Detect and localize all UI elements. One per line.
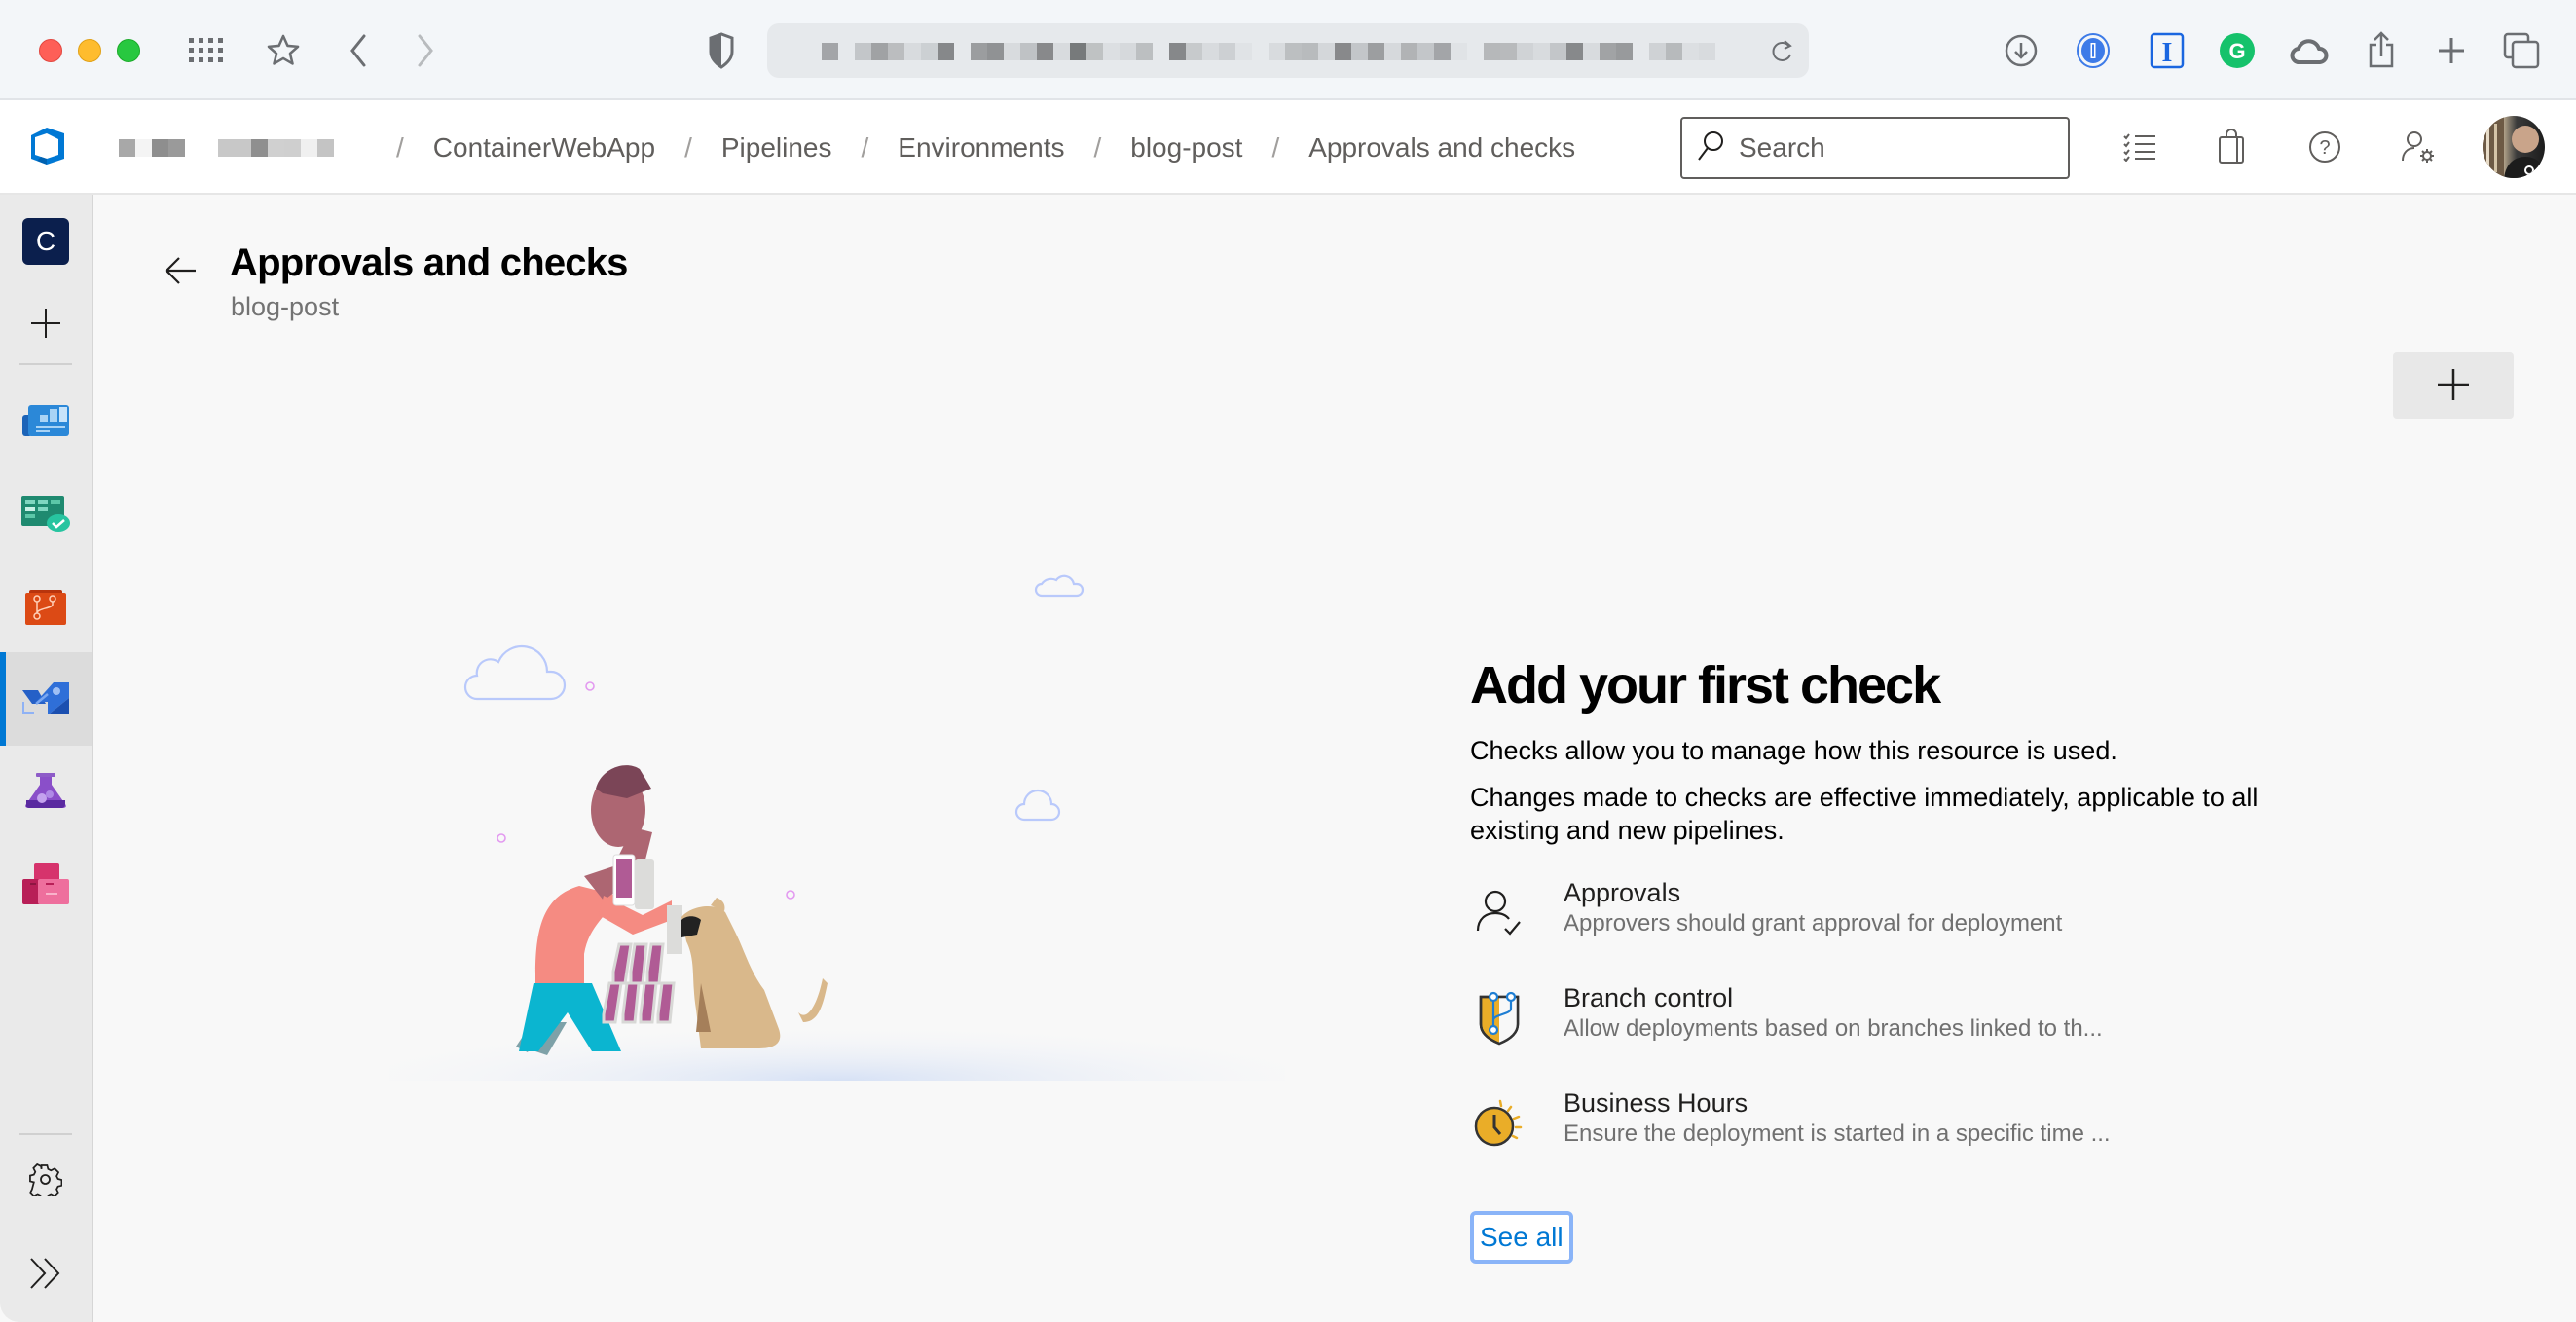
test-plans-icon <box>22 772 69 813</box>
sidebar-item-boards[interactable] <box>0 469 92 563</box>
gear-icon <box>28 1162 63 1201</box>
see-all-link[interactable]: See all <box>1470 1211 1573 1264</box>
check-option-business-hours[interactable]: Business Hours Ensure the deployment is … <box>1470 1086 2307 1192</box>
search-box[interactable] <box>1680 117 2070 179</box>
breadcrumb-separator: / <box>396 131 404 163</box>
onepassword-icon[interactable] <box>2072 29 2115 72</box>
back-icon[interactable] <box>337 29 380 72</box>
breadcrumb-current[interactable]: Approvals and checks <box>1308 132 1575 164</box>
check-description: Approvers should grant approval for depl… <box>1564 910 2063 936</box>
sidebar-item-overview[interactable] <box>0 376 92 469</box>
sidebar-item-repos[interactable] <box>0 563 92 656</box>
check-name: Business Hours <box>1564 1088 1748 1118</box>
grammarly-icon[interactable]: G <box>2216 29 2259 72</box>
download-icon[interactable] <box>2000 29 2042 72</box>
bookmark-star-icon[interactable] <box>262 29 305 72</box>
instapaper-icon[interactable]: I <box>2146 29 2189 72</box>
zero-state-description: Checks allow you to manage how this reso… <box>1470 736 2117 765</box>
maximize-window-button[interactable] <box>117 39 140 62</box>
check-option-branch-control[interactable]: Branch control Allow deployments based o… <box>1470 981 2307 1086</box>
sidebar-grid-icon[interactable] <box>185 29 228 72</box>
check-option-approvals[interactable]: Approvals Approvers should grant approva… <box>1470 876 2307 981</box>
check-description: Allow deployments based on branches link… <box>1564 1015 2103 1042</box>
app-header: / ContainerWebApp / Pipelines / Environm… <box>0 100 2576 195</box>
arrow-left-icon <box>165 256 198 290</box>
avatar[interactable] <box>2483 116 2545 178</box>
breadcrumb-environment[interactable]: blog-post <box>1130 132 1242 164</box>
cloud-decoration <box>463 574 1085 822</box>
breadcrumb-project[interactable]: ContainerWebApp <box>433 132 655 164</box>
project-switcher[interactable]: C <box>0 195 92 288</box>
expand-sidebar-button[interactable] <box>0 1229 92 1322</box>
minimize-window-button[interactable] <box>78 39 101 62</box>
page-subtitle: blog-post <box>231 292 340 321</box>
breadcrumb-pipelines[interactable]: Pipelines <box>721 132 832 164</box>
check-name: Approvals <box>1564 878 1681 907</box>
svg-text:?: ? <box>2319 137 2330 159</box>
blurred-url <box>822 43 1715 60</box>
reload-icon[interactable] <box>1770 37 1795 71</box>
work-items-icon[interactable] <box>2118 126 2161 168</box>
pipelines-icon <box>20 680 69 718</box>
svg-text:G: G <box>2228 39 2245 63</box>
breadcrumb-separator: / <box>1093 131 1102 163</box>
help-icon[interactable]: ? <box>2303 126 2346 168</box>
breadcrumb: / ContainerWebApp / Pipelines / Environm… <box>119 100 1575 195</box>
marketplace-bag-icon[interactable] <box>2210 126 2253 168</box>
back-button[interactable] <box>160 251 202 294</box>
branch-shield-icon <box>1470 989 1528 1047</box>
sidebar-item-artifacts[interactable] <box>0 839 92 933</box>
azure-devops-logo[interactable] <box>23 122 72 170</box>
chevron-double-right-icon <box>29 1257 62 1295</box>
overview-icon <box>22 404 69 441</box>
approver-icon <box>1470 884 1528 942</box>
search-input[interactable] <box>1739 132 2050 164</box>
clock-icon <box>1470 1094 1528 1153</box>
sidebar-divider <box>19 363 72 365</box>
search-icon <box>1696 129 1725 167</box>
zero-state-note: Changes made to checks are effective imm… <box>1470 783 2259 845</box>
privacy-shield-icon[interactable] <box>700 29 743 72</box>
sidebar: C <box>0 195 93 1322</box>
check-name: Branch control <box>1564 983 1734 1012</box>
close-window-button[interactable] <box>39 39 62 62</box>
tab-overview-icon[interactable] <box>2500 29 2543 72</box>
artifacts-icon <box>22 863 69 909</box>
page-title: Approvals and checks <box>230 241 628 284</box>
project-settings-button[interactable] <box>0 1135 92 1229</box>
address-bar[interactable] <box>767 23 1809 78</box>
blurred-organization-name[interactable] <box>119 138 334 157</box>
zero-state-title: Add your first check <box>1470 656 1941 715</box>
sidebar-item-pipelines[interactable] <box>0 652 92 746</box>
plus-icon <box>2437 368 2470 404</box>
empty-state-illustration <box>389 555 1285 1081</box>
check-list: Approvals Approvers should grant approva… <box>1470 876 2307 1192</box>
new-item-button[interactable] <box>0 278 92 372</box>
zero-state-panel: Add your first check Checks allow you to… <box>1470 650 2307 1264</box>
breadcrumb-separator: / <box>861 131 869 163</box>
check-description: Ensure the deployment is started in a sp… <box>1564 1120 2111 1147</box>
breadcrumb-separator: / <box>684 131 692 163</box>
boards-icon <box>21 496 70 536</box>
add-check-button[interactable] <box>2393 352 2514 419</box>
breadcrumb-environments[interactable]: Environments <box>898 132 1064 164</box>
new-tab-icon[interactable] <box>2430 29 2473 72</box>
repos-icon <box>23 589 68 630</box>
project-badge: C <box>22 218 69 265</box>
plus-icon <box>29 307 62 345</box>
user-settings-icon[interactable] <box>2397 126 2440 168</box>
svg-text:I: I <box>2162 38 2173 68</box>
forward-icon[interactable] <box>404 29 447 72</box>
breadcrumb-separator: / <box>1271 131 1280 163</box>
cloud-icon[interactable] <box>2288 29 2331 72</box>
share-icon[interactable] <box>2360 29 2403 72</box>
browser-toolbar: I G <box>0 0 2576 100</box>
sidebar-item-test-plans[interactable] <box>0 746 92 839</box>
